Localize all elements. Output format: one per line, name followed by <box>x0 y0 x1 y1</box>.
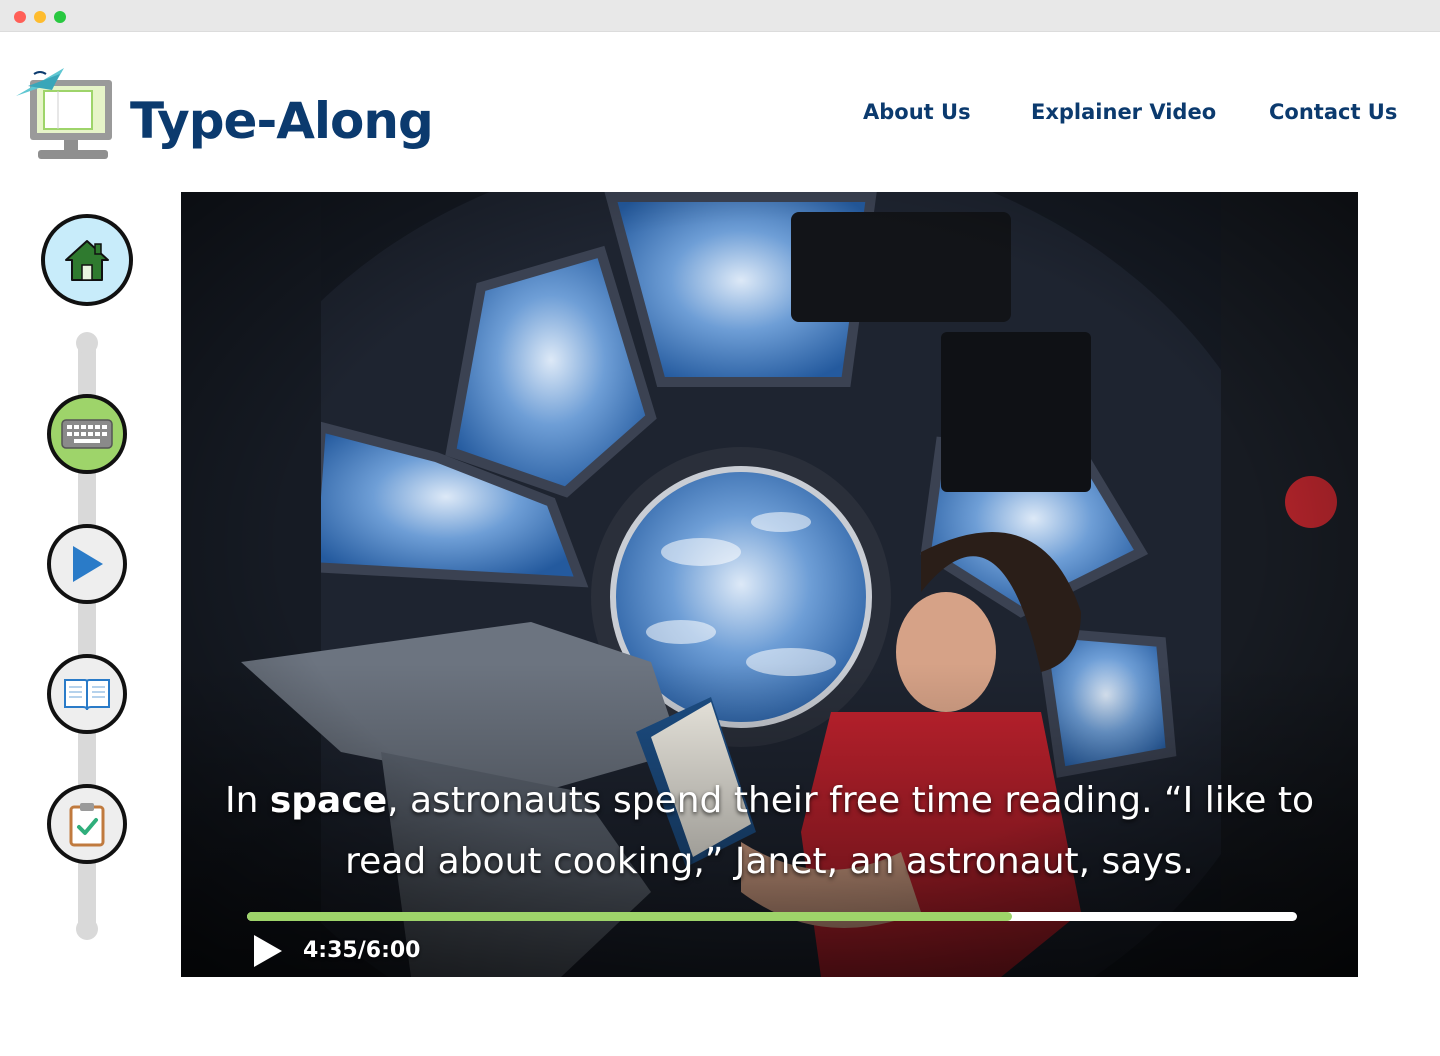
caption-prefix: In <box>224 780 270 821</box>
play-button[interactable] <box>251 933 285 969</box>
brand-name[interactable]: Type-Along <box>130 92 434 150</box>
rail-bottom-cap <box>76 918 98 940</box>
window-titlebar <box>0 0 1440 32</box>
step-typing-button[interactable] <box>47 394 127 474</box>
step-video-button[interactable] <box>47 524 127 604</box>
close-window-button[interactable] <box>14 11 26 23</box>
video-player[interactable]: In space, astronauts spend their free ti… <box>181 192 1358 977</box>
home-icon <box>65 240 109 281</box>
video-progress-bar[interactable] <box>247 912 1297 921</box>
clipboard-check-icon <box>69 803 105 847</box>
step-home-button[interactable] <box>41 214 133 306</box>
play-icon <box>254 935 282 967</box>
nav-about-us[interactable]: About Us <box>863 100 971 124</box>
nav-explainer-video[interactable]: Explainer Video <box>1031 100 1216 124</box>
keyboard-icon <box>61 419 113 449</box>
video-progress-fill <box>247 912 1013 921</box>
video-time: 4:35/6:00 <box>303 938 421 963</box>
rail-top-cap <box>76 332 98 354</box>
step-quiz-button[interactable] <box>47 784 127 864</box>
video-caption: In space, astronauts spend their free ti… <box>221 770 1318 892</box>
caption-highlighted-word: space <box>269 780 388 821</box>
caption-suffix: , astronauts spend their free time readi… <box>345 780 1315 882</box>
play-icon <box>73 546 103 582</box>
nav-contact-us[interactable]: Contact Us <box>1269 100 1397 124</box>
book-icon <box>64 679 110 711</box>
computer-logo-icon[interactable] <box>8 60 118 168</box>
step-reading-button[interactable] <box>47 654 127 734</box>
maximize-window-button[interactable] <box>54 11 66 23</box>
minimize-window-button[interactable] <box>34 11 46 23</box>
